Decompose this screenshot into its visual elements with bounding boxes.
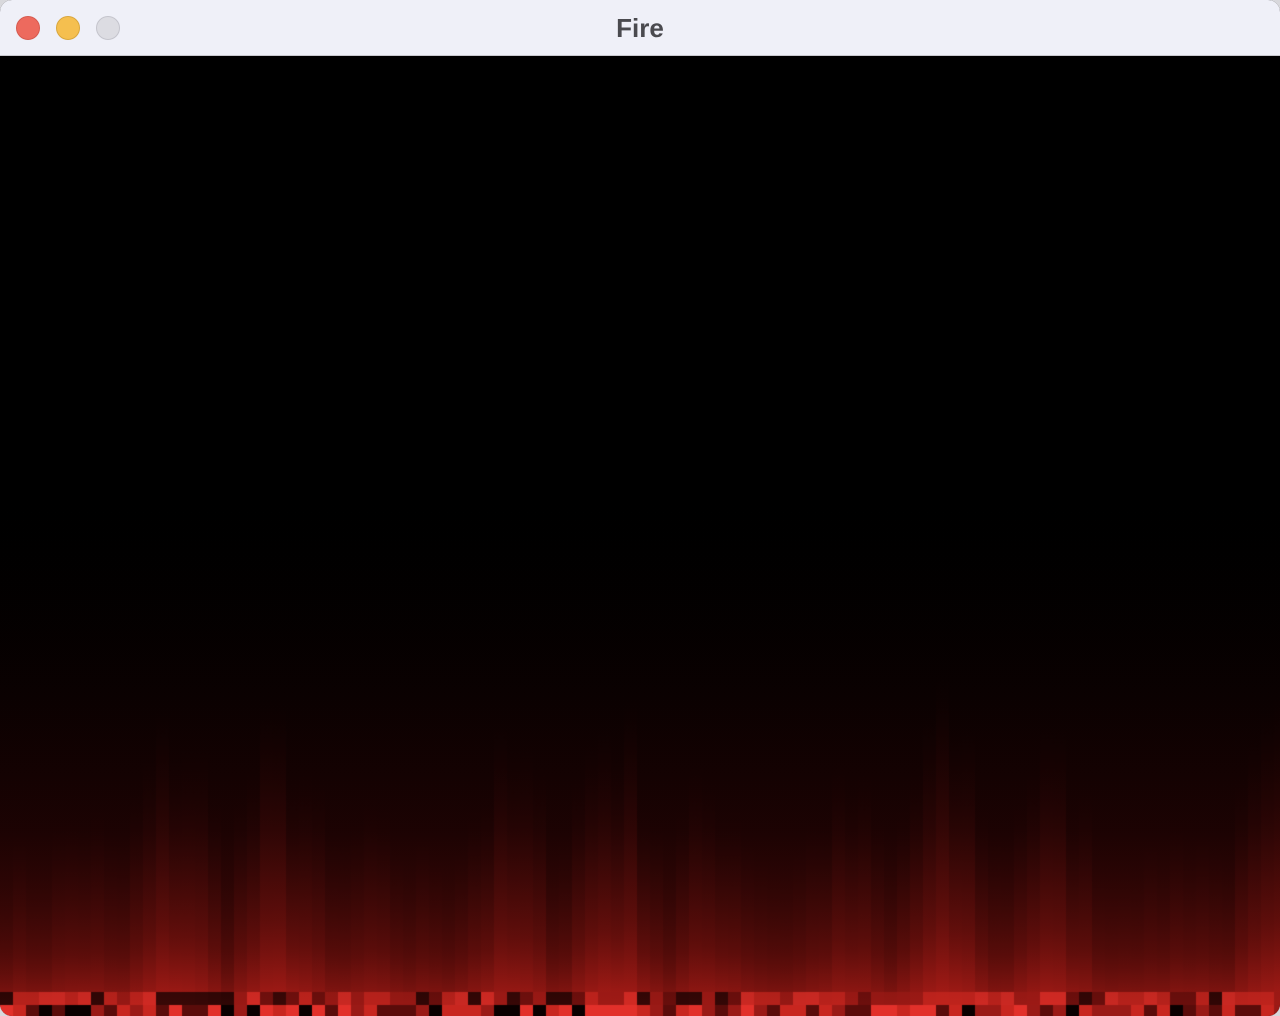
fire-canvas[interactable] [0, 56, 1280, 1016]
title-bar[interactable]: Fire [0, 0, 1280, 56]
app-window: Fire [0, 0, 1280, 1016]
window-title: Fire [616, 13, 664, 43]
